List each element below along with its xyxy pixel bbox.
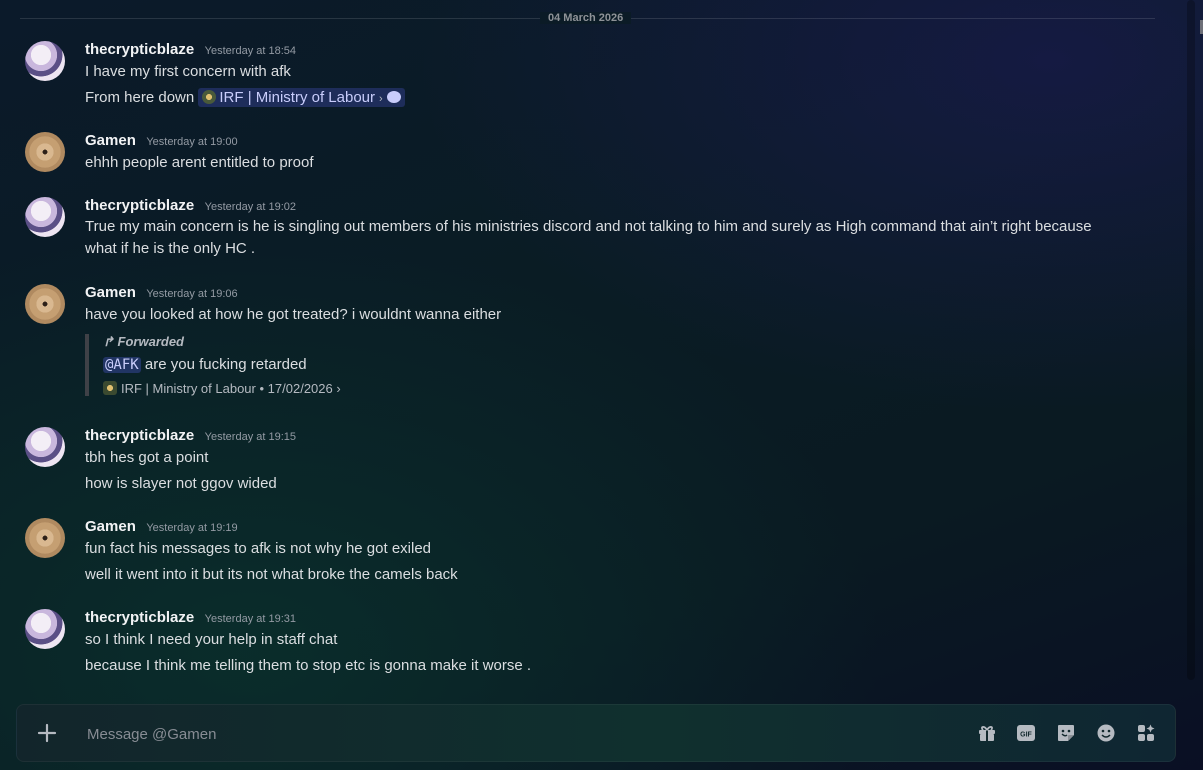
- chat-scroller[interactable]: 04 March 2026 thecrypticblaze Yesterday …: [0, 0, 1183, 700]
- emoji-icon: [1097, 724, 1115, 742]
- forwarded-source[interactable]: IRF | Ministry of Labour • 17/02/2026 ›: [103, 381, 603, 396]
- apps-icon: [1138, 724, 1155, 741]
- avatar[interactable]: [25, 132, 65, 172]
- channel-link-chip[interactable]: IRF | Ministry of Labour ›: [198, 88, 405, 107]
- message-text: I have my first concern with afk: [85, 63, 291, 80]
- scrollbar[interactable]: [1183, 0, 1203, 700]
- emoji-button[interactable]: [1095, 722, 1117, 744]
- message-header: Gamen Yesterday at 19:19: [85, 518, 238, 536]
- message-text: From here down: [85, 89, 195, 106]
- sticker-icon: [1058, 725, 1074, 741]
- avatar[interactable]: [25, 427, 65, 467]
- timestamp: Yesterday at 19:02: [204, 201, 297, 213]
- sticker-button[interactable]: [1055, 722, 1077, 744]
- avatar[interactable]: [25, 518, 65, 558]
- message-composer: GIF: [16, 704, 1176, 763]
- forwarded-date: 17/02/2026: [267, 381, 333, 396]
- gif-icon: GIF: [1017, 725, 1035, 741]
- date-divider: 04 March 2026: [540, 12, 632, 24]
- username[interactable]: Gamen: [85, 284, 136, 301]
- message-input[interactable]: [85, 705, 969, 763]
- message-header: thecrypticblaze Yesterday at 18:54: [85, 41, 296, 59]
- message-text: how is slayer not ggov wided: [85, 475, 277, 492]
- avatar[interactable]: [25, 41, 65, 81]
- message-text: ehhh people arent entitled to proof: [85, 154, 314, 171]
- message-header: Gamen Yesterday at 19:06: [85, 284, 238, 302]
- message-header: thecrypticblaze Yesterday at 19:15: [85, 427, 296, 445]
- forwarded-source-name: IRF | Ministry of Labour: [121, 381, 256, 396]
- forwarded-text: are you fucking retarded: [144, 356, 307, 373]
- gift-button[interactable]: [976, 722, 998, 744]
- username[interactable]: thecrypticblaze: [85, 609, 194, 626]
- timestamp: Yesterday at 19:31: [204, 613, 297, 625]
- message-text: tbh hes got a point: [85, 449, 209, 466]
- message-header: thecrypticblaze Yesterday at 19:31: [85, 609, 296, 627]
- avatar[interactable]: [25, 609, 65, 649]
- chevron-right-icon: ›: [379, 93, 383, 105]
- server-icon: [103, 381, 117, 395]
- server-icon: [202, 90, 217, 104]
- username[interactable]: Gamen: [85, 132, 136, 149]
- chat-bubble-icon: [386, 91, 401, 103]
- message-text-row: From here down IRF | Ministry of Labour ›: [85, 88, 405, 107]
- message-text: have you looked at how he got treated? i…: [85, 306, 502, 323]
- timestamp: Yesterday at 19:00: [146, 136, 238, 148]
- forwarded-message[interactable]: ↱ Forwarded @AFK are you fucking retarde…: [85, 334, 603, 396]
- forward-arrow-icon: ↱: [103, 334, 114, 349]
- gif-button[interactable]: GIF: [1015, 722, 1037, 744]
- message-header: thecrypticblaze Yesterday at 19:02: [85, 197, 296, 215]
- dot-separator: •: [259, 381, 268, 396]
- forwarded-text-row: @AFK are you fucking retarded: [103, 356, 603, 373]
- message-text: because I think me telling them to stop …: [85, 657, 532, 674]
- avatar[interactable]: [25, 284, 65, 324]
- scrollbar-track[interactable]: [1187, 0, 1195, 680]
- chevron-right-icon: ›: [336, 381, 341, 396]
- apps-button[interactable]: [1135, 722, 1157, 744]
- username[interactable]: thecrypticblaze: [85, 41, 194, 58]
- timestamp: Yesterday at 19:06: [146, 288, 238, 300]
- message-text: True my main concern is he is singling o…: [85, 218, 1092, 257]
- upload-plus-button[interactable]: [33, 719, 61, 747]
- timestamp: Yesterday at 18:54: [204, 45, 297, 57]
- avatar[interactable]: [25, 197, 65, 237]
- message-text: well it went into it but its not what br…: [85, 566, 458, 583]
- forwarded-label: ↱ Forwarded: [103, 334, 184, 349]
- message-text: so I think I need your help in staff cha…: [85, 631, 338, 648]
- username[interactable]: thecrypticblaze: [85, 427, 194, 444]
- username[interactable]: Gamen: [85, 518, 136, 535]
- timestamp: Yesterday at 19:15: [204, 431, 297, 443]
- username[interactable]: thecrypticblaze: [85, 197, 194, 214]
- plus-icon: [37, 723, 57, 743]
- timestamp: Yesterday at 19:19: [146, 522, 238, 534]
- gift-icon: [979, 726, 995, 741]
- message-text: fun fact his messages to afk is not why …: [85, 540, 432, 557]
- channel-link-label: IRF | Ministry of Labour: [219, 89, 376, 106]
- user-mention[interactable]: @AFK: [103, 357, 141, 373]
- svg-text:GIF: GIF: [1020, 732, 1032, 739]
- message-header: Gamen Yesterday at 19:00: [85, 132, 238, 150]
